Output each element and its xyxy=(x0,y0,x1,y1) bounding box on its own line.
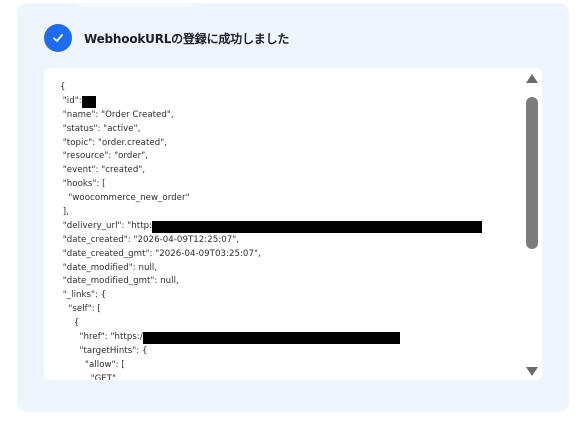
response-code-box[interactable]: { "id": "name": "Order Created", "status… xyxy=(44,68,542,380)
code-line: "date_modified": null, xyxy=(60,262,510,276)
code-text: "GET", xyxy=(60,373,119,380)
code-text: "woocommerce_new_order" xyxy=(60,193,190,204)
code-text: { xyxy=(60,318,80,329)
code-line: "woocommerce_new_order" xyxy=(60,192,510,206)
code-text: ], xyxy=(60,207,69,218)
code-text: "targetHints": { xyxy=(60,345,148,356)
scroll-down-arrow-icon[interactable] xyxy=(526,367,538,376)
code-line: "targetHints": { xyxy=(60,345,510,359)
code-text: "date_created_gmt": "2026-04-09T03:25:07… xyxy=(60,248,261,259)
code-line: { xyxy=(60,81,510,95)
scroll-up-arrow-icon[interactable] xyxy=(526,74,538,83)
success-panel: WebhookURLの登録に成功しました { "id": "name": "Or… xyxy=(17,3,569,412)
code-line: "status": "active", xyxy=(60,123,510,137)
code-line: "topic": "order.created", xyxy=(60,137,510,151)
code-text: "date_created": "2026-04-09T12:25:07", xyxy=(60,234,240,245)
redacted-value xyxy=(81,95,96,108)
top-fade-divider xyxy=(77,3,197,7)
code-line: "allow": [ xyxy=(60,359,510,373)
code-text: "date_modified": null, xyxy=(60,262,158,273)
code-line: "name": "Order Created", xyxy=(60,109,510,123)
code-line: "href": "https:/ xyxy=(60,331,510,345)
redacted-value xyxy=(152,220,483,233)
code-text: { xyxy=(60,82,66,92)
success-title: WebhookURLの登録に成功しました xyxy=(84,31,290,46)
code-line: ], xyxy=(60,206,510,220)
code-text: "resource": "order", xyxy=(60,151,149,162)
code-text: "href": "https:/ xyxy=(60,332,143,343)
code-line: "self": [ xyxy=(60,303,510,317)
code-text: "date_modified_gmt": null, xyxy=(60,276,179,287)
code-text: "name": "Order Created", xyxy=(60,109,174,120)
redacted-value xyxy=(142,331,400,344)
code-text: "self": [ xyxy=(60,304,101,315)
check-icon xyxy=(44,24,72,52)
code-text: "topic": "order.created", xyxy=(60,137,167,148)
code-line: "date_created": "2026-04-09T12:25:07", xyxy=(60,234,510,248)
code-line: "GET", xyxy=(60,373,510,380)
code-line: "id": xyxy=(60,95,510,109)
code-text: "id": xyxy=(60,95,82,106)
code-text: "hooks": [ xyxy=(60,179,106,190)
scrollbar-thumb[interactable] xyxy=(526,97,538,249)
success-header: WebhookURLの登録に成功しました xyxy=(44,23,289,53)
json-response: { "id": "name": "Order Created", "status… xyxy=(60,81,510,380)
code-line: "delivery_url": "http: xyxy=(60,220,510,234)
code-text: "allow": [ xyxy=(60,359,125,370)
code-text: "event": "created", xyxy=(60,165,146,176)
code-text: "delivery_url": "http: xyxy=(60,220,153,231)
code-line: "date_modified_gmt": null, xyxy=(60,275,510,289)
code-line: "hooks": [ xyxy=(60,178,510,192)
code-line: "date_created_gmt": "2026-04-09T03:25:07… xyxy=(60,248,510,262)
code-line: "_links": { xyxy=(60,289,510,303)
code-line: "resource": "order", xyxy=(60,150,510,164)
code-text: "_links": { xyxy=(60,290,107,301)
code-line: { xyxy=(60,317,510,331)
scrollbar[interactable] xyxy=(526,74,538,376)
code-text: "status": "active", xyxy=(60,123,141,134)
code-line: "event": "created", xyxy=(60,164,510,178)
